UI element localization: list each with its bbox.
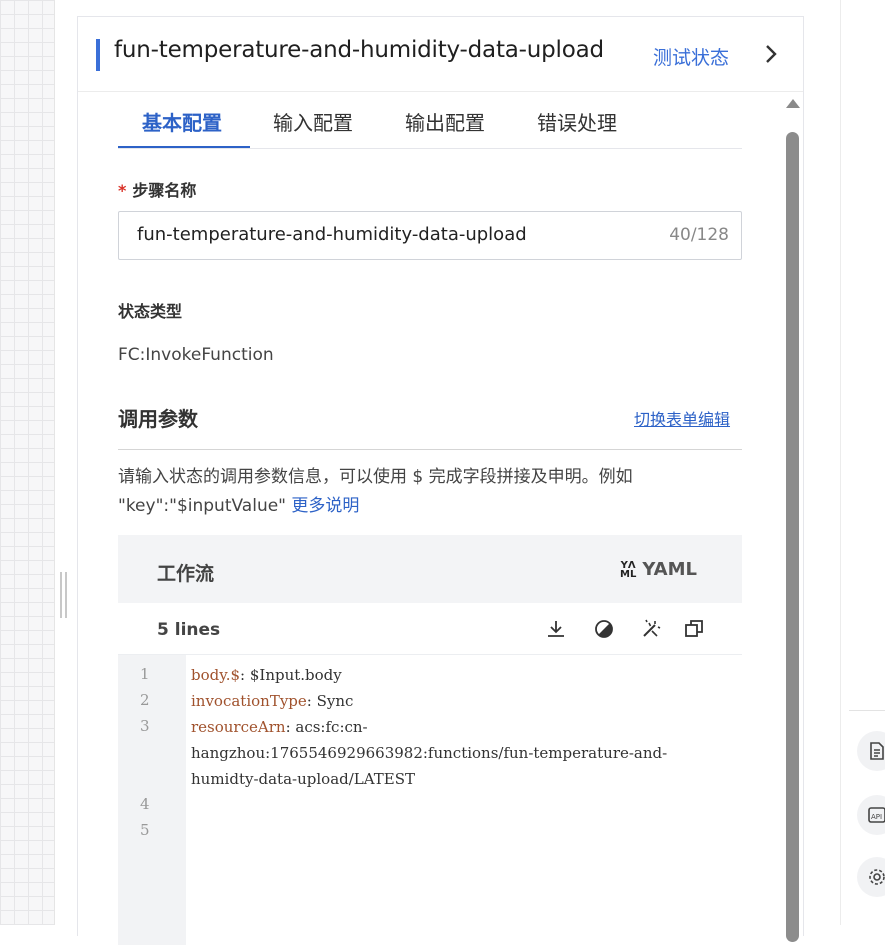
editor-toolbar: 5 lines (118, 603, 742, 655)
char-counter: 40/128 (669, 225, 729, 245)
rail-divider (849, 710, 885, 711)
yaml-value: $Input.body (249, 666, 342, 684)
workflow-canvas[interactable] (0, 0, 55, 925)
yaml-format-badge: YΛ ML YAML (620, 559, 697, 580)
yaml-logo-icon: YΛ ML (620, 560, 637, 580)
editor-title: 工作流 (157, 563, 215, 585)
header-accent-bar (96, 39, 100, 71)
code-line-wrap[interactable]: hangzhou:1765546929663982:functions/fun-… (191, 740, 667, 766)
line-number: 5 (140, 821, 150, 839)
download-icon[interactable] (545, 618, 567, 640)
panel-header: fun-temperature-and-humidity-data-upload… (78, 17, 803, 92)
line-number: 4 (140, 795, 150, 813)
right-tool-rail: API (840, 0, 885, 925)
yaml-format-label: YAML (642, 559, 697, 580)
yaml-sep: : (240, 666, 250, 684)
format-magic-wand-icon[interactable] (640, 618, 662, 640)
active-tab-underline (118, 146, 250, 148)
yaml-sep: : (306, 692, 317, 710)
yaml-sep: : (285, 718, 296, 736)
code-line-wrap[interactable]: humidty-data-upload/LATEST (191, 766, 415, 792)
step-name-value: fun-temperature-and-humidity-data-upload (137, 224, 527, 245)
code-line[interactable]: invocationType: Sync (191, 688, 353, 714)
step-name-label-text: 步骤名称 (132, 181, 197, 200)
switch-form-edit-link[interactable]: 切换表单编辑 (634, 406, 730, 430)
tab-output-config[interactable]: 输出配置 (405, 107, 485, 136)
svg-text:API: API (871, 813, 882, 821)
step-name-input[interactable]: fun-temperature-and-humidity-data-upload… (118, 211, 742, 260)
config-tabs: 基本配置 输入配置 输出配置 错误处理 (118, 103, 742, 149)
step-name-label: * 步骤名称 (118, 177, 196, 201)
yaml-value: Sync (316, 692, 354, 710)
copy-icon[interactable] (683, 618, 705, 640)
gear-icon[interactable] (857, 857, 885, 897)
yaml-key: body.$ (191, 666, 241, 684)
yaml-value: acs:fc:cn- (295, 718, 368, 736)
required-mark: * (118, 181, 127, 200)
step-config-panel: fun-temperature-and-humidity-data-upload… (77, 16, 804, 945)
test-state-link[interactable]: 测试状态 (653, 43, 729, 70)
help-text: 请输入状态的调用参数信息，可以使用 $ 完成字段拼接及申明。例如 "key":"… (118, 463, 718, 521)
line-count: 5 lines (157, 620, 221, 640)
chevron-right-icon[interactable] (760, 43, 782, 65)
more-info-link[interactable]: 更多说明 (291, 496, 359, 516)
state-type-value: FC:InvokeFunction (118, 345, 274, 365)
line-number: 3 (140, 717, 150, 735)
yaml-key: resourceArn (191, 718, 286, 736)
line-number: 2 (140, 691, 150, 709)
panel-title: fun-temperature-and-humidity-data-upload (114, 37, 604, 63)
scroll-up-arrow[interactable] (786, 99, 800, 108)
editor-header: 工作流 YΛ ML YAML (118, 535, 742, 603)
tab-basic-config[interactable]: 基本配置 (142, 107, 222, 136)
api-icon[interactable]: API (857, 795, 885, 835)
line-number-gutter: 1 2 3 4 5 (118, 655, 186, 945)
panel-resize-handle[interactable] (60, 572, 69, 618)
code-editor: 工作流 YΛ ML YAML 5 lines 1 2 3 4 5 body.$:… (118, 535, 742, 945)
document-icon[interactable] (857, 731, 885, 771)
tab-input-config[interactable]: 输入配置 (273, 107, 353, 136)
theme-toggle-icon[interactable] (593, 618, 615, 640)
line-number: 1 (140, 665, 150, 683)
state-type-label: 状态类型 (118, 302, 183, 321)
scrollbar-thumb[interactable] (786, 132, 799, 942)
code-line[interactable]: body.$: $Input.body (191, 662, 342, 688)
yaml-key: invocationType (191, 692, 307, 710)
help-text-body: 请输入状态的调用参数信息，可以使用 $ 完成字段拼接及申明。例如 "key":"… (118, 467, 633, 516)
tab-error-handling[interactable]: 错误处理 (537, 107, 617, 136)
invoke-params-title: 调用参数 (118, 407, 198, 431)
section-divider (118, 449, 742, 450)
code-line[interactable]: resourceArn: acs:fc:cn- (191, 714, 368, 740)
